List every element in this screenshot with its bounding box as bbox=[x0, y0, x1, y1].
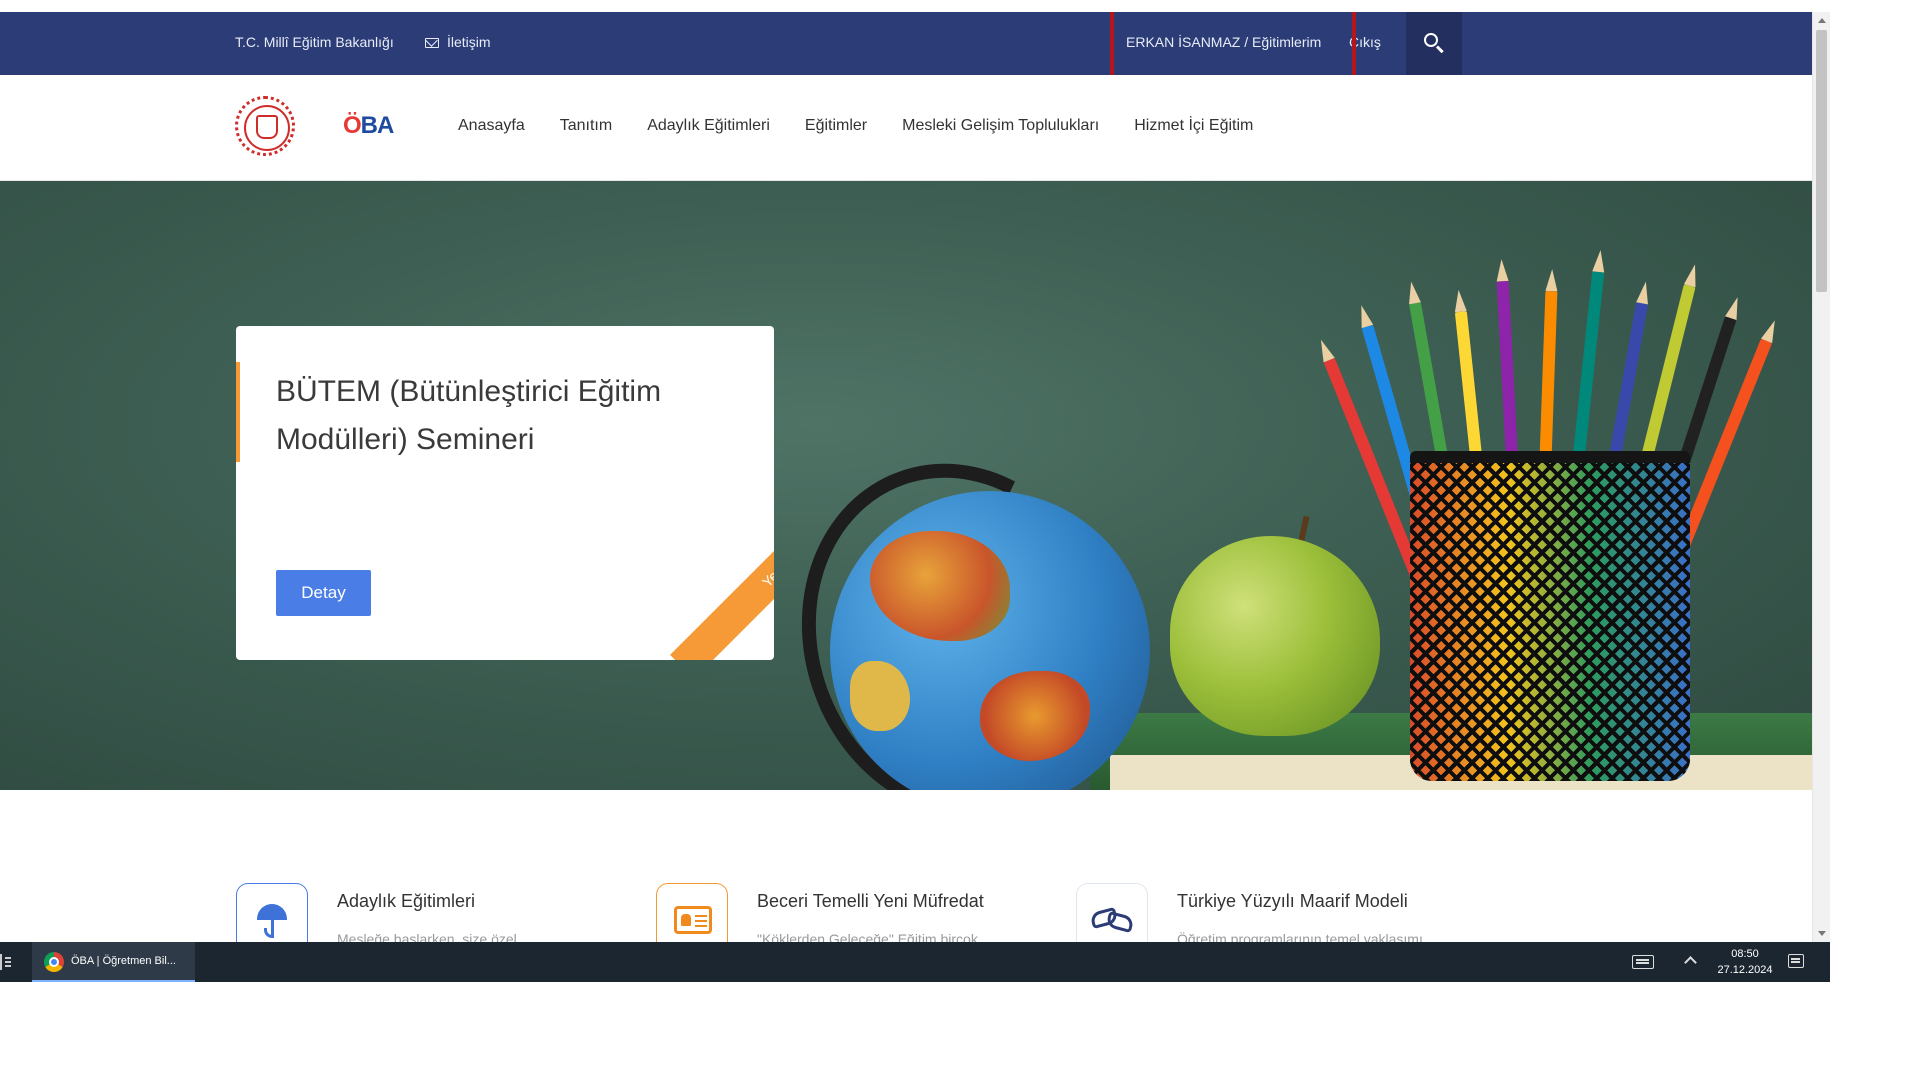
oba-logo[interactable]: ÖBA bbox=[343, 112, 395, 140]
featured-training-title: BÜTEM (Bütünleştirici Eğitim Modülleri) … bbox=[276, 375, 662, 456]
featured-training-card: BÜTEM (Bütünleştirici Eğitim Modülleri) … bbox=[236, 326, 774, 660]
globe-image bbox=[830, 491, 1150, 790]
handshake-icon bbox=[1076, 883, 1148, 942]
nav-item-inservice[interactable]: Hizmet İçi Eğitim bbox=[1134, 117, 1253, 135]
scroll-thumb[interactable] bbox=[1816, 30, 1827, 292]
card-accent-bar bbox=[236, 362, 240, 462]
system-clock[interactable]: 08:50 27.12.2024 bbox=[1710, 946, 1780, 978]
feature-desc: "Köklerden Geleceğe" Eğitim birçok bbox=[757, 931, 978, 942]
nav-item-intro[interactable]: Tanıtım bbox=[560, 117, 612, 135]
contact-label: İletişim bbox=[447, 34, 491, 50]
pencil-cup-image bbox=[1410, 451, 1690, 781]
nav-item-candidacy[interactable]: Adaylık Eğitimleri bbox=[647, 117, 770, 135]
clock-time: 08:50 bbox=[1731, 948, 1759, 960]
nav-item-trainings[interactable]: Eğitimler bbox=[805, 117, 867, 135]
browser-viewport: T.C. Millî Eğitim Bakanlığı İletişim ERK… bbox=[0, 12, 1812, 942]
feature-desc: Öğretim programlarının temel yaklaşımı, bbox=[1177, 931, 1427, 942]
chevron-up-icon[interactable] bbox=[1684, 956, 1697, 969]
notification-icon[interactable] bbox=[1788, 954, 1804, 968]
features-section: Adaylık Eğitimleri Mesleğe başlarken, si… bbox=[0, 790, 1812, 942]
task-view-icon[interactable] bbox=[0, 954, 12, 970]
ministry-link[interactable]: T.C. Millî Eğitim Bakanlığı bbox=[235, 34, 394, 50]
hero-banner: BÜTEM (Bütünleştirici Eğitim Modülleri) … bbox=[0, 181, 1812, 790]
contact-link[interactable]: İletişim bbox=[425, 34, 491, 50]
top-bar: T.C. Millî Eğitim Bakanlığı İletişim ERK… bbox=[0, 12, 1812, 75]
search-icon-handle bbox=[1435, 45, 1444, 54]
screen: T.C. Millî Eğitim Bakanlığı İletişim ERK… bbox=[0, 0, 1920, 1080]
nav-menu: Anasayfa Tanıtım Adaylık Eğitimleri Eğit… bbox=[458, 117, 1253, 135]
feature-desc: Mesleğe başlarken, size özel bbox=[337, 931, 517, 942]
new-ribbon: Yeni bbox=[670, 471, 774, 660]
id-card-icon bbox=[656, 883, 728, 942]
search-button[interactable] bbox=[1406, 12, 1462, 75]
oba-logo-rest: BA bbox=[360, 112, 395, 139]
search-icon bbox=[1424, 33, 1438, 47]
nav-item-home[interactable]: Anasayfa bbox=[458, 117, 525, 135]
feature-title: Adaylık Eğitimleri bbox=[337, 891, 476, 911]
oba-logo-o: Ö bbox=[343, 112, 362, 139]
feature-title: Türkiye Yüzyılı Maarif Modeli bbox=[1177, 891, 1408, 911]
mail-icon bbox=[425, 38, 439, 48]
chrome-icon bbox=[44, 952, 64, 972]
umbrella-icon bbox=[236, 883, 308, 942]
clock-date: 27.12.2024 bbox=[1717, 964, 1773, 976]
detail-button[interactable]: Detay bbox=[276, 570, 371, 616]
taskbar-app-chrome[interactable]: ÖBA | Öğretmen Bil... bbox=[32, 942, 195, 982]
page-scrollbar[interactable] bbox=[1812, 12, 1830, 942]
scroll-down-icon[interactable] bbox=[1818, 931, 1826, 936]
feature-title: Beceri Temelli Yeni Müfredat bbox=[757, 891, 984, 911]
taskbar: ÖBA | Öğretmen Bil... 08:50 27.12.2024 bbox=[0, 942, 1830, 982]
nav-item-communities[interactable]: Mesleki Gelişim Toplulukları bbox=[902, 117, 1099, 135]
meb-logo[interactable] bbox=[235, 96, 295, 156]
main-nav: ÖBA Anasayfa Tanıtım Adaylık Eğitimleri … bbox=[0, 75, 1812, 181]
keyboard-icon[interactable] bbox=[1632, 955, 1654, 969]
scroll-up-icon[interactable] bbox=[1818, 18, 1826, 23]
taskbar-app-label: ÖBA | Öğretmen Bil... bbox=[71, 955, 176, 967]
